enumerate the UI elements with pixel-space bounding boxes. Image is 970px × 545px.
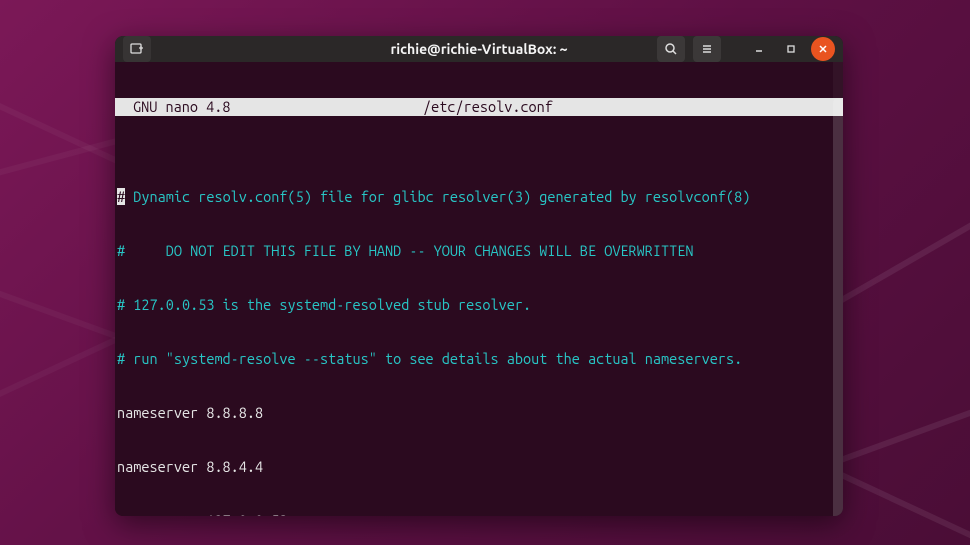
config-line: nameserver 127.0.0.53	[117, 512, 841, 516]
maximize-button[interactable]	[779, 37, 803, 61]
menu-button[interactable]	[693, 36, 721, 62]
comment-line: # DO NOT EDIT THIS FILE BY HAND -- YOUR …	[117, 242, 841, 260]
config-line: nameserver 8.8.4.4	[117, 458, 841, 476]
nano-app-name: GNU nano 4.8	[133, 98, 423, 116]
terminal-window: richie@richie-VirtualBox: ~ GNU nano 4.8…	[115, 36, 843, 516]
scrollbar-thumb[interactable]	[833, 98, 843, 516]
terminal-body[interactable]: GNU nano 4.8 /etc/resolv.conf # Dynamic …	[115, 62, 843, 516]
scrollbar[interactable]	[833, 62, 843, 516]
comment-line: # 127.0.0.53 is the systemd-resolved stu…	[117, 296, 841, 314]
comment-line: Dynamic resolv.conf(5) file for glibc re…	[125, 188, 750, 205]
nano-header: GNU nano 4.8 /etc/resolv.conf	[115, 98, 843, 116]
comment-line: # run "systemd-resolve --status" to see …	[117, 350, 841, 368]
config-line: nameserver 8.8.8.8	[117, 404, 841, 422]
file-content[interactable]: # Dynamic resolv.conf(5) file for glibc …	[115, 152, 843, 516]
minimize-button[interactable]	[747, 37, 771, 61]
cursor: #	[117, 188, 125, 205]
nano-file-path: /etc/resolv.conf	[423, 98, 553, 116]
close-button[interactable]	[811, 37, 835, 61]
search-button[interactable]	[657, 36, 685, 62]
titlebar: richie@richie-VirtualBox: ~	[115, 36, 843, 62]
new-tab-button[interactable]	[123, 36, 151, 62]
